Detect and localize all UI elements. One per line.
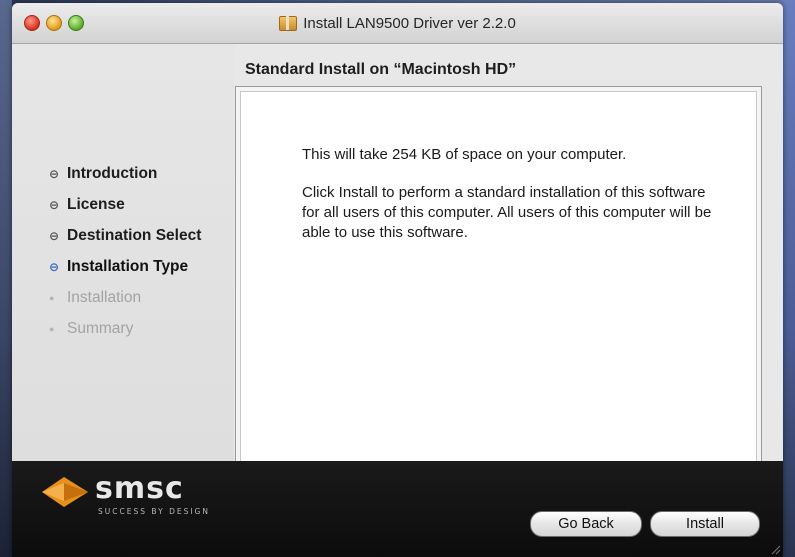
step-label: Destination Select <box>67 226 202 244</box>
go-back-button[interactable]: Go Back <box>530 511 642 537</box>
space-required-text: This will take 254 KB of space on your c… <box>302 146 627 163</box>
resize-grip-icon[interactable] <box>769 543 781 555</box>
install-button[interactable]: Install <box>650 511 760 537</box>
step-label: Installation <box>67 288 142 306</box>
step-label: License <box>67 195 125 213</box>
step-bullet-icon: ⊖ <box>49 197 60 212</box>
step-introduction: ⊖ Introduction <box>49 158 201 189</box>
step-installation: ● Installation <box>49 282 201 313</box>
step-label: Summary <box>67 319 134 337</box>
desktop-background-left <box>0 0 12 557</box>
step-bullet-icon: ⊖ <box>49 228 60 243</box>
step-bullet-icon: ⊖ <box>49 259 60 274</box>
window-title-group: Install LAN9500 Driver ver 2.2.0 <box>12 3 783 43</box>
bottom-bar: smsc SUCCESS BY DESIGN Go Back Install <box>12 461 783 557</box>
step-installation-type: ⊖ Installation Type <box>49 251 201 282</box>
step-bullet-icon: ● <box>49 292 55 303</box>
smsc-logo: smsc SUCCESS BY DESIGN <box>40 471 230 521</box>
step-license: ⊖ License <box>49 189 201 220</box>
content-panel: This will take 254 KB of space on your c… <box>235 86 762 504</box>
smsc-logo-mark-icon <box>42 477 88 507</box>
step-label: Introduction <box>67 164 158 182</box>
window-title: Install LAN9500 Driver ver 2.2.0 <box>303 14 516 32</box>
page-title: Standard Install on “Macintosh HD” <box>245 61 517 78</box>
step-summary: ● Summary <box>49 313 201 344</box>
step-list: ⊖ Introduction ⊖ License ⊖ Destination S… <box>49 158 201 344</box>
title-bar[interactable]: Install LAN9500 Driver ver 2.2.0 <box>12 3 783 44</box>
install-description-text: Click Install to perform a standard inst… <box>302 184 712 241</box>
step-bullet-icon: ● <box>49 323 55 334</box>
step-label: Installation Type <box>67 257 189 275</box>
step-bullet-icon: ⊖ <box>49 166 60 181</box>
brand-tagline: SUCCESS BY DESIGN <box>98 507 210 516</box>
package-icon <box>279 15 298 31</box>
installer-window: Install LAN9500 Driver ver 2.2.0 ⊖ Intro… <box>12 3 783 557</box>
step-destination-select: ⊖ Destination Select <box>49 220 201 251</box>
desktop-background-right <box>783 0 795 557</box>
brand-name: smsc <box>95 471 184 506</box>
steps-sidebar: ⊖ Introduction ⊖ License ⊖ Destination S… <box>12 44 234 461</box>
